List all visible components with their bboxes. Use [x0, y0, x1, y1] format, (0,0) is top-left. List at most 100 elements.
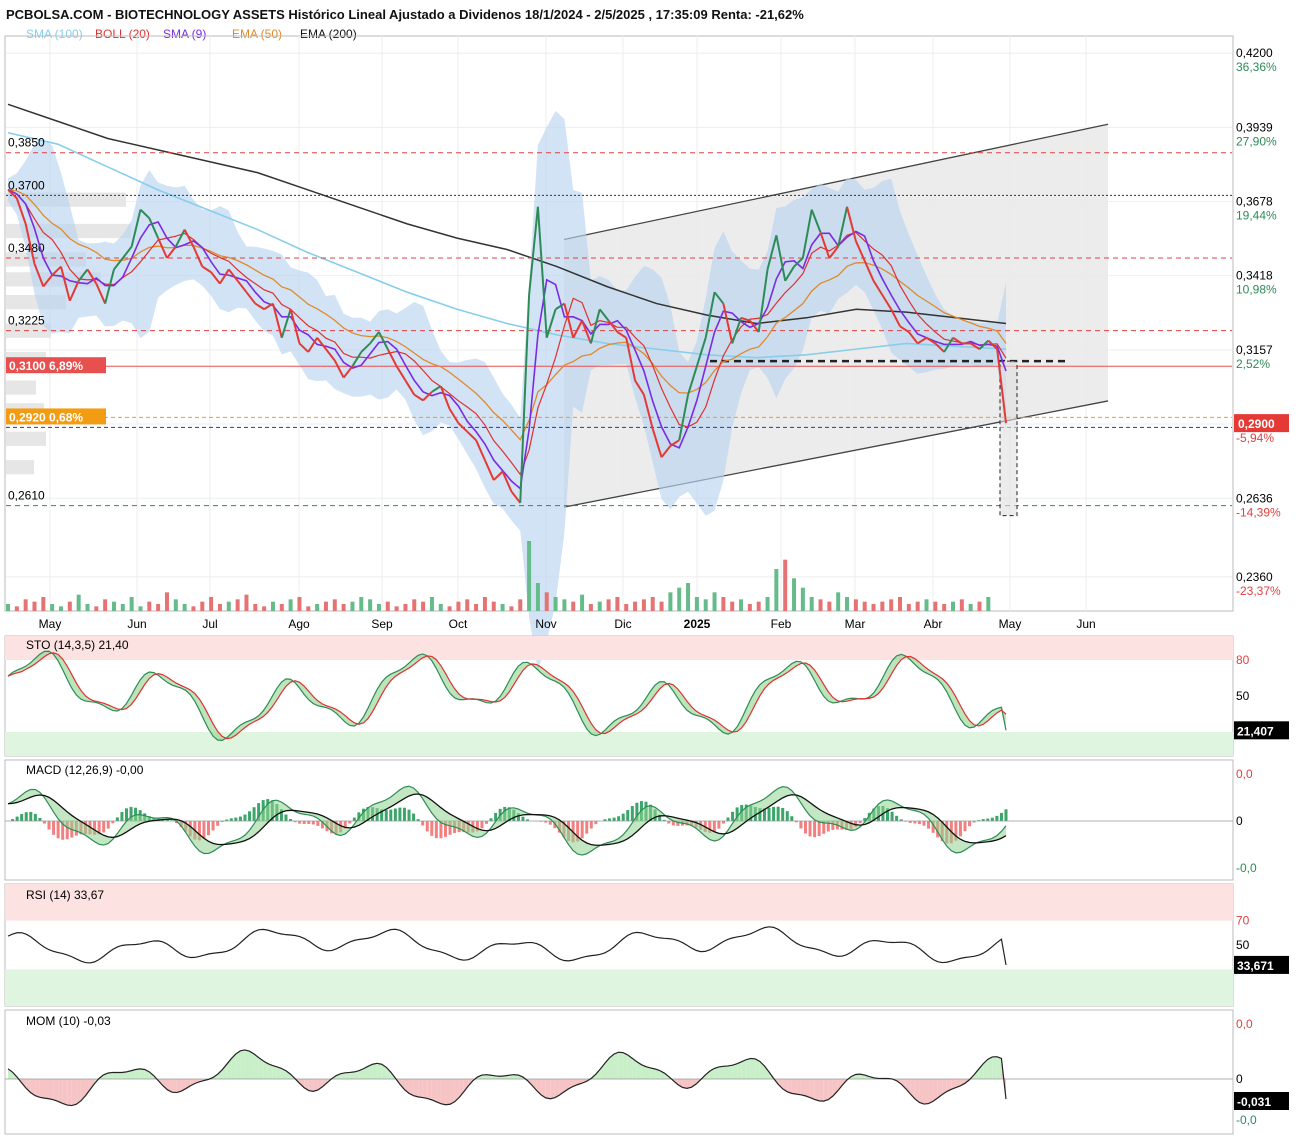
mom-fill — [112, 1072, 118, 1079]
macd-histogram-bar — [124, 808, 128, 821]
macd-title: MACD (12,26,9) -0,00 — [26, 763, 144, 777]
rsi-last-label: 33,671 — [1237, 959, 1274, 973]
macd-histogram-bar — [407, 809, 411, 821]
mom-fill — [810, 1079, 815, 1100]
volume-bar — [217, 604, 222, 611]
macd-histogram-bar — [52, 821, 56, 835]
mom-fill — [796, 1079, 801, 1095]
mom-fill — [377, 1063, 382, 1079]
x-tick-label: Oct — [449, 617, 468, 631]
x-tick-label: Jun — [127, 617, 146, 631]
macd-histogram-bar — [398, 807, 402, 821]
y-tick-label: 0,4200 — [1236, 46, 1273, 60]
mom-fill — [718, 1066, 724, 1079]
volume-bar — [447, 606, 452, 611]
macd-histogram-bar — [33, 813, 37, 821]
y-tick-label: 0,3939 — [1236, 120, 1273, 134]
mom-fill — [272, 1065, 277, 1079]
sto-d-line — [7, 652, 1007, 740]
macd-histogram-bar — [252, 807, 256, 821]
price-panel: 0,38500,37000,34800,32250,26100,420036,3… — [6, 36, 1289, 671]
mom-fill — [345, 1072, 350, 1079]
volume-bar — [968, 604, 973, 611]
mom-fill — [445, 1079, 451, 1105]
macd-histogram-bar — [216, 821, 220, 826]
macd-histogram-bar — [56, 821, 60, 839]
macd-histogram-bar — [963, 821, 967, 832]
rsi-panel: RSI (14) 33,67 70 50 33,671 — [5, 884, 1289, 1006]
mom-fill — [764, 1066, 770, 1079]
mom-fill — [618, 1052, 624, 1079]
volume-bar — [809, 597, 814, 611]
x-tick-label: May — [999, 617, 1022, 631]
volume-bar — [871, 604, 876, 611]
mom-fill — [249, 1051, 255, 1079]
mom-fill — [741, 1059, 747, 1079]
macd-histogram-bar — [922, 821, 926, 826]
macd-histogram-bar — [425, 821, 429, 832]
macd-histogram-bar — [799, 821, 803, 829]
volume-profile-bar — [6, 431, 46, 446]
macd-histogram-bar — [612, 817, 616, 821]
macd-histogram-bar — [712, 821, 716, 832]
volume-bar — [368, 599, 373, 611]
volume-bar — [94, 606, 99, 611]
volume-bar — [535, 583, 540, 611]
mom-fill — [814, 1079, 820, 1101]
mom-fill — [623, 1052, 628, 1079]
volume-bar — [85, 604, 90, 611]
volume-bar — [933, 601, 938, 611]
volume-bar — [6, 604, 10, 611]
mom-fill — [791, 1079, 797, 1095]
volume-bar — [818, 599, 823, 611]
volume-bar — [580, 594, 585, 611]
volume-bar — [915, 601, 920, 611]
volume-bar — [456, 601, 461, 611]
volume-bar — [527, 541, 532, 611]
rsi-tick: 70 — [1236, 914, 1250, 928]
mom-tick: 0 — [1236, 1072, 1243, 1086]
x-tick-label: May — [39, 617, 62, 631]
macd-histogram-bar — [731, 811, 735, 821]
volume-bar — [641, 599, 646, 611]
reference-price-box-label: 0,2920 0,68% — [9, 410, 83, 424]
mom-fill — [254, 1054, 259, 1079]
mom-fill — [992, 1056, 997, 1079]
macd-histogram-bar — [384, 809, 388, 821]
macd-histogram-bar — [781, 807, 785, 821]
volume-bar — [880, 601, 885, 611]
volume-bar — [421, 601, 426, 611]
y-tick-pct: 36,36% — [1236, 60, 1277, 74]
macd-histogram-bar — [621, 813, 625, 821]
macd-histogram-bar — [521, 816, 525, 821]
mom-fill — [422, 1079, 428, 1099]
mom-fill — [240, 1049, 245, 1079]
volume-bar — [747, 604, 752, 611]
mom-fill — [431, 1079, 437, 1102]
x-tick-label: Feb — [771, 617, 792, 631]
macd-histogram-bar — [316, 821, 320, 826]
macd-histogram-bar — [617, 816, 621, 821]
volume-bar — [942, 604, 947, 611]
volume-bar — [862, 601, 867, 611]
mom-fill — [627, 1055, 633, 1079]
macd-histogram-bar — [29, 811, 33, 821]
volume-bar — [500, 604, 505, 611]
sto-tick: 50 — [1236, 689, 1250, 703]
macd-histogram-bar — [24, 812, 28, 821]
volume-bar — [323, 601, 328, 611]
y-tick-label: 0,2360 — [1236, 570, 1273, 584]
level-label: 0,3850 — [8, 136, 45, 150]
mom-fill — [728, 1065, 733, 1079]
macd-tick: -0,0 — [1236, 861, 1257, 875]
x-tick-label: Ago — [288, 617, 310, 631]
volume-bar — [518, 599, 523, 611]
measure-box — [999, 360, 1018, 517]
macd-histogram-bar — [580, 821, 584, 839]
macd-histogram-bar — [776, 806, 780, 821]
volume-bar — [624, 604, 629, 611]
volume-bar — [650, 597, 655, 611]
volume-bar — [597, 601, 602, 611]
mom-fill — [49, 1079, 54, 1100]
volume-bar — [765, 597, 770, 611]
